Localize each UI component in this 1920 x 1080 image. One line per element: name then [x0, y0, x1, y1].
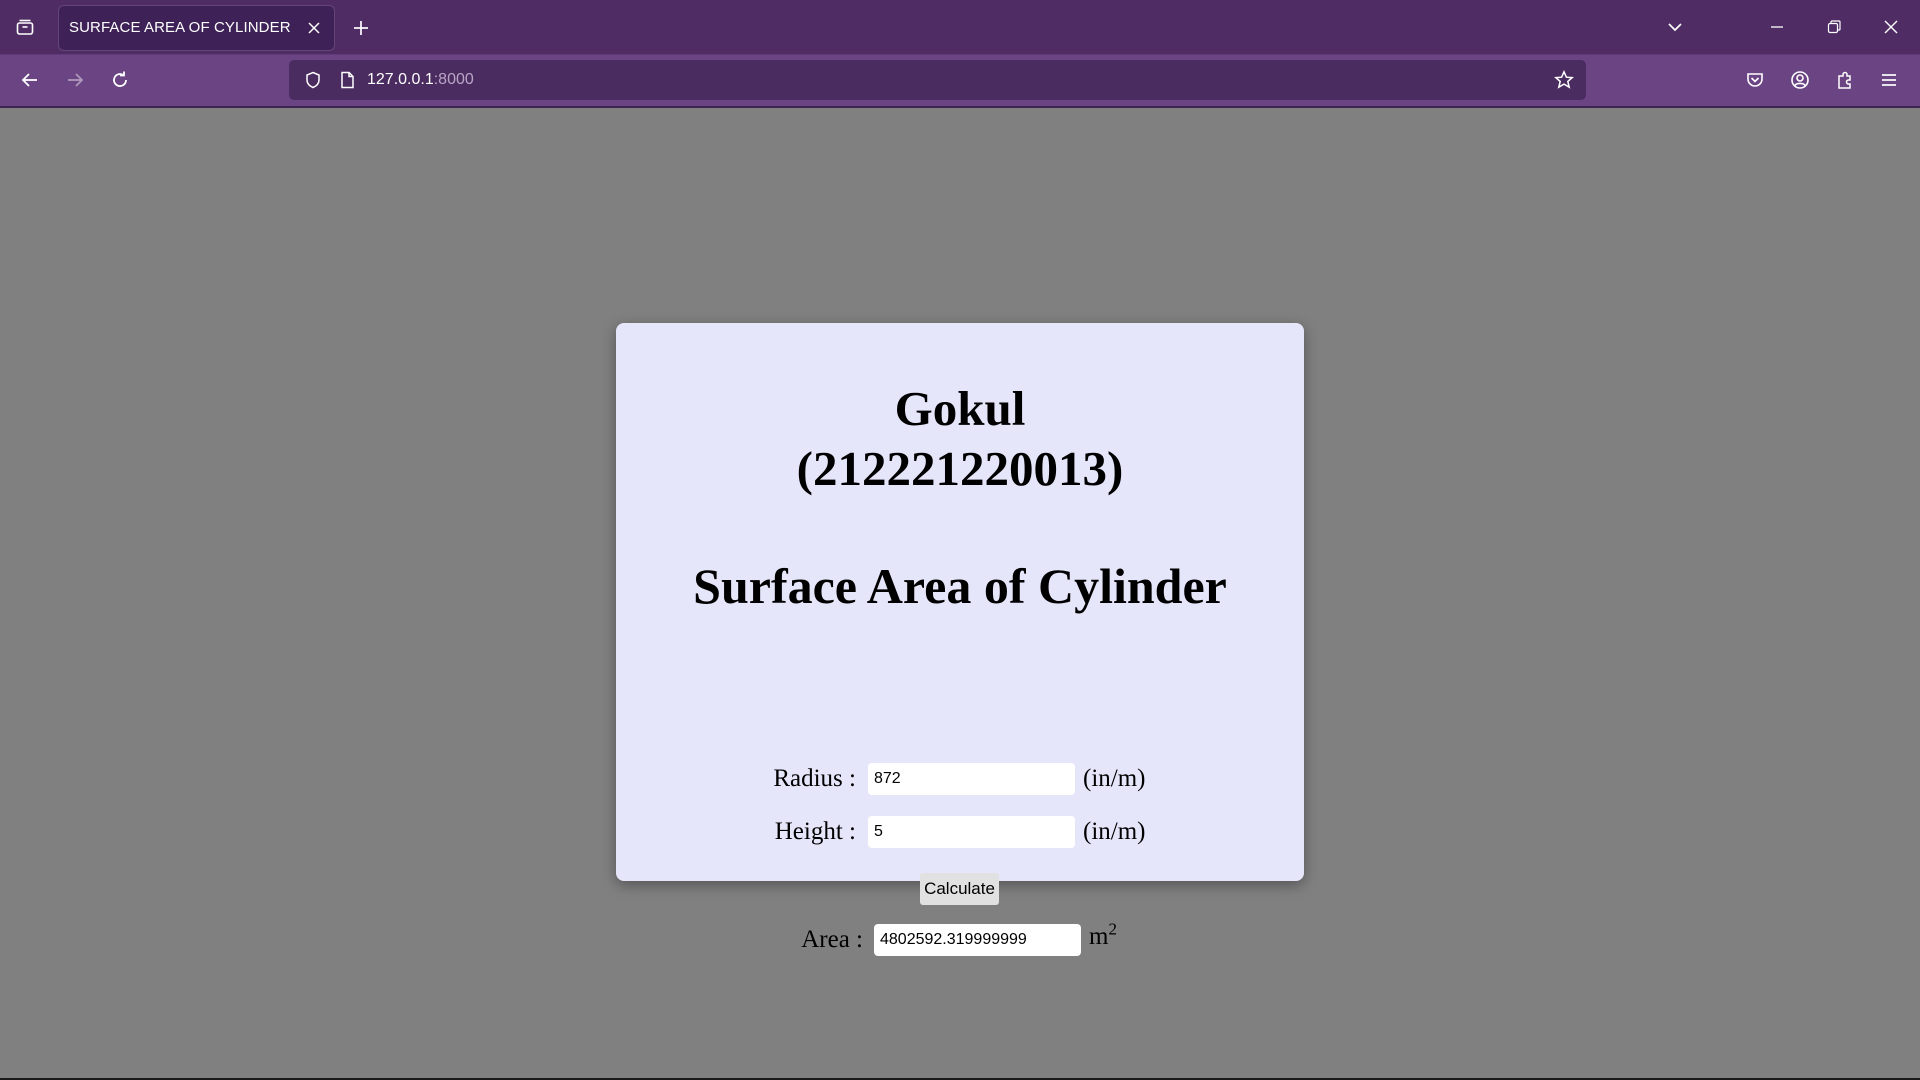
new-tab-icon[interactable] [344, 11, 378, 45]
radius-unit: (in/m) [1083, 765, 1146, 792]
page-viewport: Gokul (212221220013) Surface Area of Cyl… [0, 108, 1920, 1078]
calculate-button[interactable]: Calculate [920, 873, 999, 905]
back-arrow-icon[interactable] [12, 62, 48, 98]
tab-active[interactable]: SURFACE AREA OF CYLINDER [59, 6, 334, 50]
height-label: Height : [774, 818, 856, 845]
height-unit: (in/m) [1083, 818, 1146, 845]
height-input[interactable] [868, 816, 1075, 848]
author-name: Gokul [894, 381, 1026, 436]
restore-icon[interactable] [1817, 11, 1851, 43]
chevron-down-icon[interactable] [1658, 11, 1692, 43]
page-icon [331, 64, 363, 96]
minimize-icon[interactable] [1760, 11, 1794, 43]
close-tab-icon[interactable] [302, 16, 326, 40]
reload-icon[interactable] [102, 62, 138, 98]
extensions-icon[interactable] [1827, 62, 1863, 98]
url-text[interactable]: 127.0.0.1:8000 [367, 60, 474, 100]
area-label: Area : [801, 926, 863, 953]
tab-bar: SURFACE AREA OF CYLINDER [0, 0, 1920, 54]
url-host: 127.0.0.1 [367, 71, 434, 88]
shield-icon[interactable] [297, 64, 329, 96]
area-unit: m2 [1089, 921, 1117, 953]
hamburger-menu-icon[interactable] [1871, 62, 1907, 98]
address-bar[interactable]: 127.0.0.1:8000 [289, 60, 1586, 100]
area-unit-base: m [1089, 923, 1109, 950]
author-id: (212221220013) [796, 441, 1124, 496]
tab-list-icon[interactable] [8, 11, 42, 43]
page-title: Surface Area of Cylinder [693, 558, 1227, 614]
forward-arrow-icon[interactable] [57, 62, 93, 98]
account-icon[interactable] [1782, 62, 1818, 98]
tab-title: SURFACE AREA OF CYLINDER [69, 19, 291, 36]
radius-input[interactable] [868, 763, 1075, 795]
close-window-icon[interactable] [1874, 11, 1908, 43]
radius-label: Radius : [773, 765, 856, 792]
area-unit-exponent: 2 [1108, 919, 1117, 939]
url-port: :8000 [433, 71, 474, 88]
area-output[interactable] [874, 924, 1081, 956]
pocket-icon[interactable] [1737, 62, 1773, 98]
calculator-card: Gokul (212221220013) Surface Area of Cyl… [616, 323, 1304, 956]
bookmark-star-icon[interactable] [1548, 64, 1580, 96]
